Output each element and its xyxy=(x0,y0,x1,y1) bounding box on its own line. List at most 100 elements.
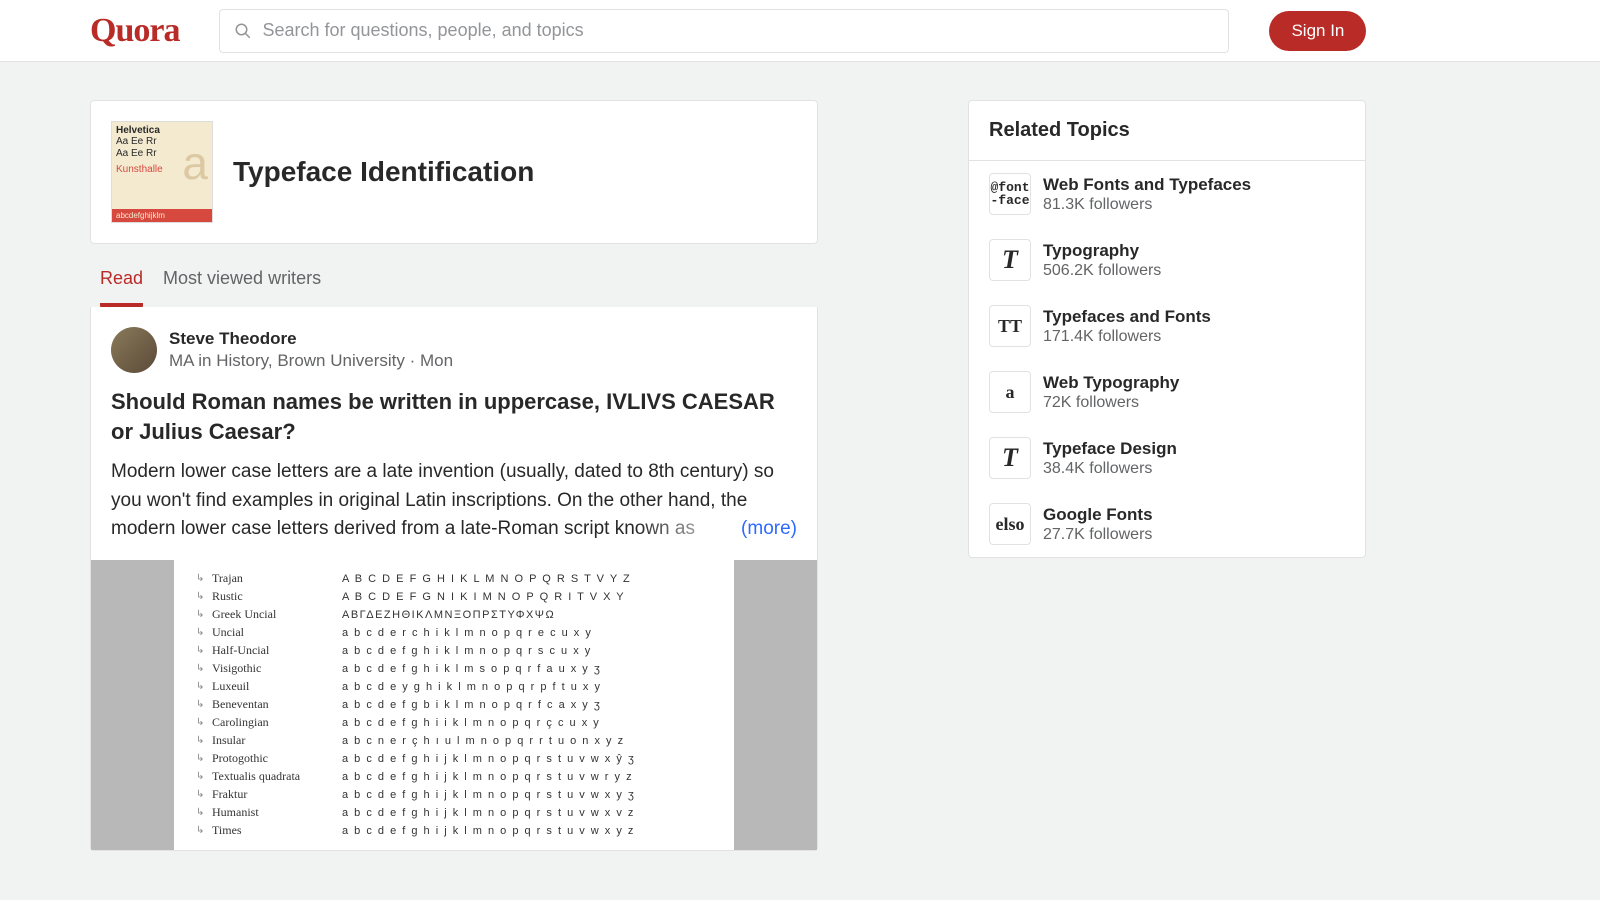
script-row: ↳Visigothica b c d e f g h i k l m s o p… xyxy=(196,660,712,678)
branch-icon: ↳ xyxy=(196,807,212,818)
script-label: Uncial xyxy=(212,625,342,640)
related-topic-icon: T xyxy=(989,437,1031,479)
post-header: Steve Theodore MA in History, Brown Univ… xyxy=(111,327,797,373)
branch-icon: ↳ xyxy=(196,663,212,674)
related-topic-icon: elso xyxy=(989,503,1031,545)
search-icon xyxy=(234,22,252,40)
topic-image-text: Helvetica xyxy=(116,125,208,136)
post-author[interactable]: Steve Theodore xyxy=(169,329,453,349)
script-label: Trajan xyxy=(212,571,342,586)
branch-icon: ↳ xyxy=(196,645,212,656)
related-topic-item[interactable]: elsoGoogle Fonts27.7K followers xyxy=(969,491,1365,557)
signin-button[interactable]: Sign In xyxy=(1269,11,1366,51)
script-label: Textualis quadrata xyxy=(212,769,342,784)
related-topic-icon: TT xyxy=(989,305,1031,347)
script-letters: a b c n e r ç h ı u l m n o p q r r t u … xyxy=(342,735,625,747)
related-topic-name: Google Fonts xyxy=(1043,505,1153,525)
tabs: Read Most viewed writers xyxy=(90,244,818,307)
script-row: ↳Insulara b c n e r ç h ı u l m n o p q … xyxy=(196,732,712,750)
script-label: Greek Uncial xyxy=(212,607,342,622)
topic-image-text: abcdefghijklm xyxy=(112,209,212,222)
script-label: Insular xyxy=(212,733,342,748)
branch-icon: ↳ xyxy=(196,699,212,710)
script-evolution-table: ↳TrajanA B C D E F G H I K L M N O P Q R… xyxy=(174,560,734,850)
script-letters: a b c d e y g h i k l m n o p q r p f t … xyxy=(342,681,601,693)
related-topic-item[interactable]: a Web Typography72K followers xyxy=(969,359,1365,425)
script-letters: a b c d e f g h i j k l m n o p q r s t … xyxy=(342,807,635,819)
script-letters: a b c d e f g b i k l m n o p q r f c a … xyxy=(342,699,601,711)
search-input[interactable] xyxy=(262,20,1214,41)
branch-icon: ↳ xyxy=(196,717,212,728)
script-row: ↳RusticA B C D E F G N I K I M N O P Q R… xyxy=(196,588,712,606)
post-body-text: Modern lower case letters are a late inv… xyxy=(111,461,774,539)
search-box[interactable] xyxy=(219,9,1229,53)
script-letters: a b c d e f g h i i k l m n o p q r ç c … xyxy=(342,717,600,729)
branch-icon: ↳ xyxy=(196,771,212,782)
script-row: ↳Textualis quadrataa b c d e f g h i j k… xyxy=(196,768,712,786)
avatar[interactable] xyxy=(111,327,157,373)
post-credentials: MA in History, Brown University · Mon xyxy=(169,351,453,371)
script-letters: a b c d e r c h i k l m n o p q r e c u … xyxy=(342,627,592,639)
branch-icon: ↳ xyxy=(196,681,212,692)
related-topic-followers: 72K followers xyxy=(1043,394,1179,412)
main-column: Helvetica Aa Ee Rr Aa Ee Rr a Kunsthalle… xyxy=(90,100,818,851)
tab-read[interactable]: Read xyxy=(100,268,143,307)
related-topic-item[interactable]: @font -face Web Fonts and Typefaces81.3K … xyxy=(969,161,1365,227)
topic-image-text: a xyxy=(182,136,208,190)
related-topics-heading: Related Topics xyxy=(969,101,1365,161)
related-topic-item[interactable]: TTypography506.2K followers xyxy=(969,227,1365,293)
topic-title: Typeface Identification xyxy=(233,156,534,188)
script-label: Rustic xyxy=(212,589,342,604)
script-label: Fraktur xyxy=(212,787,342,802)
post-title[interactable]: Should Roman names be written in upperca… xyxy=(111,387,797,446)
sidebar: Related Topics @font -face Web Fonts and … xyxy=(968,100,1366,558)
related-topics-card: Related Topics @font -face Web Fonts and … xyxy=(968,100,1366,558)
related-topic-name: Web Fonts and Typefaces xyxy=(1043,175,1251,195)
related-topic-icon: @font -face xyxy=(989,173,1031,215)
script-row: ↳Protogothica b c d e f g h i j k l m n … xyxy=(196,750,712,768)
branch-icon: ↳ xyxy=(196,573,212,584)
branch-icon: ↳ xyxy=(196,591,212,602)
related-topic-item[interactable]: TT Typefaces and Fonts171.4K followers xyxy=(969,293,1365,359)
script-row: ↳Humanista b c d e f g h i j k l m n o p… xyxy=(196,804,712,822)
topic-header-card: Helvetica Aa Ee Rr Aa Ee Rr a Kunsthalle… xyxy=(90,100,818,244)
script-label: Luxeuil xyxy=(212,679,342,694)
related-topic-icon: a xyxy=(989,371,1031,413)
page-container: Helvetica Aa Ee Rr Aa Ee Rr a Kunsthalle… xyxy=(0,62,1600,889)
related-topic-item[interactable]: T Typeface Design38.4K followers xyxy=(969,425,1365,491)
branch-icon: ↳ xyxy=(196,825,212,836)
script-label: Beneventan xyxy=(212,697,342,712)
branch-icon: ↳ xyxy=(196,609,212,620)
script-letters: a b c d e f g h i j k l m n o p q r s t … xyxy=(342,825,635,837)
script-label: Humanist xyxy=(212,805,342,820)
related-topics-list: @font -face Web Fonts and Typefaces81.3K … xyxy=(969,161,1365,557)
script-label: Visigothic xyxy=(212,661,342,676)
script-letters: a b c d e f g h i j k l m n o p q r s t … xyxy=(342,789,635,801)
branch-icon: ↳ xyxy=(196,753,212,764)
more-link[interactable]: (more) xyxy=(735,515,797,544)
script-row: ↳Unciala b c d e r c h i k l m n o p q r… xyxy=(196,624,712,642)
script-row: ↳Timesa b c d e f g h i j k l m n o p q … xyxy=(196,822,712,840)
script-letters: A B C D E F G H I K L M N O P Q R S T V … xyxy=(342,573,631,585)
script-row: ↳Carolingiana b c d e f g h i i k l m n … xyxy=(196,714,712,732)
related-topic-followers: 81.3K followers xyxy=(1043,196,1251,214)
script-row: ↳Luxeuila b c d e y g h i k l m n o p q … xyxy=(196,678,712,696)
script-row: ↳Half-Unciala b c d e f g h i k l m n o … xyxy=(196,642,712,660)
script-row: ↳Fraktura b c d e f g h i j k l m n o p … xyxy=(196,786,712,804)
script-label: Half-Uncial xyxy=(212,643,342,658)
related-topic-name: Typefaces and Fonts xyxy=(1043,307,1211,327)
related-topic-name: Typeface Design xyxy=(1043,439,1177,459)
related-topic-icon: T xyxy=(989,239,1031,281)
logo[interactable]: Quora xyxy=(90,12,179,50)
script-label: Carolingian xyxy=(212,715,342,730)
script-row: ↳TrajanA B C D E F G H I K L M N O P Q R… xyxy=(196,570,712,588)
related-topic-followers: 171.4K followers xyxy=(1043,328,1211,346)
tab-most-viewed-writers[interactable]: Most viewed writers xyxy=(163,268,321,307)
header: Quora Sign In xyxy=(0,0,1600,62)
related-topic-name: Web Typography xyxy=(1043,373,1179,393)
related-topic-followers: 38.4K followers xyxy=(1043,460,1177,478)
script-label: Times xyxy=(212,823,342,838)
related-topic-followers: 506.2K followers xyxy=(1043,262,1161,280)
script-label: Protogothic xyxy=(212,751,342,766)
script-row: ↳Beneventana b c d e f g b i k l m n o p… xyxy=(196,696,712,714)
